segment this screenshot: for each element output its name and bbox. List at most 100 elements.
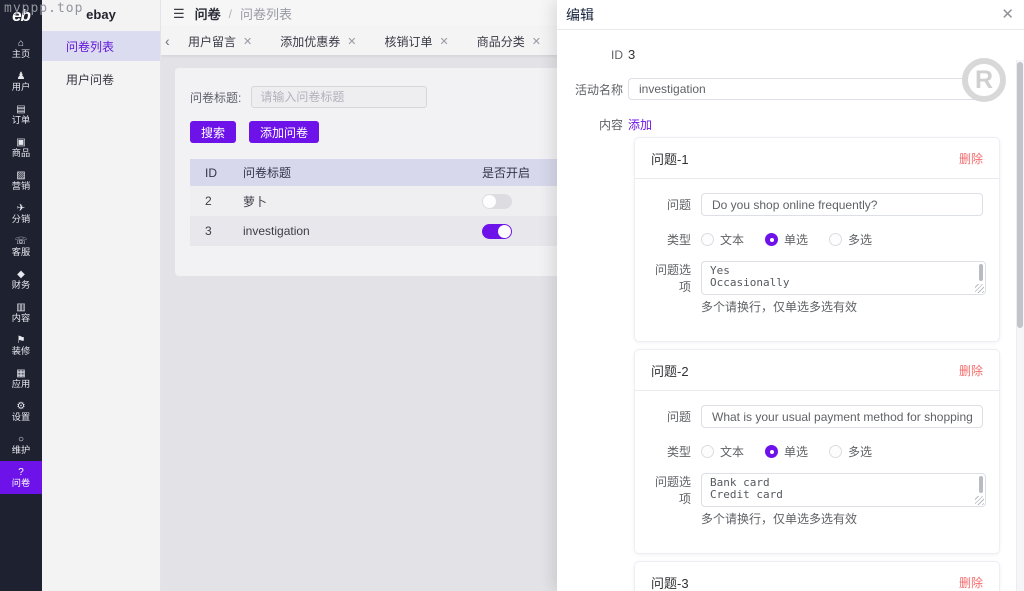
close-icon[interactable]: ✕ [1001,7,1014,22]
delete-question-link[interactable]: 删除 [959,574,983,591]
distribution-icon: ✈ [17,203,25,214]
submenu-item-用户问卷[interactable]: 用户问卷 [42,64,160,94]
sidebar-item-维护[interactable]: ○维护 [0,428,42,461]
submenu-item-问卷列表[interactable]: 问卷列表 [42,31,160,61]
sidebar-item-商品[interactable]: ▣商品 [0,131,42,164]
id-value: 3 [628,47,635,62]
question-card-list: 问题-1删除问题类型文本单选多选问题选项Yes Occasionally多个请换… [557,137,1024,591]
title-search-input[interactable] [251,86,427,108]
radio-dot-icon [829,445,842,458]
breadcrumb-main[interactable]: 问卷 [195,4,221,23]
sidebar-item-订单[interactable]: ▤订单 [0,98,42,131]
question-card-title: 问题-1 [651,149,689,168]
drawer-scrollbar[interactable] [1016,60,1024,591]
textarea-scrollbar-thumb[interactable] [979,264,983,281]
enabled-toggle[interactable] [482,224,512,239]
question-input[interactable] [701,193,983,216]
drawer-scrollbar-thumb[interactable] [1017,62,1023,328]
options-textarea[interactable]: Yes Occasionally [701,261,986,295]
question-card-title: 问题-2 [651,361,689,380]
tabs-scroll-left-icon[interactable]: ‹ [165,33,177,49]
options-textarea[interactable]: Bank card Credit card [701,473,986,507]
id-row: ID 3 [557,47,1024,62]
sidebar-item-应用[interactable]: ▦应用 [0,362,42,395]
type-radio-文本[interactable]: 文本 [701,231,744,248]
textarea-scrollbar-thumb[interactable] [979,476,983,493]
enabled-toggle[interactable] [482,194,512,209]
radio-label: 文本 [720,443,744,460]
delete-question-link[interactable]: 删除 [959,150,983,167]
filter-label: 问卷标题: [190,89,241,106]
add-question-link[interactable]: 添加 [628,116,652,133]
options-text: Yes Occasionally [702,262,985,288]
drawer-header: 编辑 ✕ [557,0,1024,30]
user-icon: ♟ [17,71,26,82]
sidebar-item-营销[interactable]: ▨营销 [0,164,42,197]
textarea-resize-handle-icon[interactable] [975,284,984,293]
toggle-knob [483,195,496,208]
content-icon: ▥ [16,302,25,313]
tab-label: 核销订单 [384,33,432,50]
sidebar-item-分销[interactable]: ✈分销 [0,197,42,230]
tab-添加优惠券[interactable]: 添加优惠券✕ [280,33,356,50]
options-text: Bank card Credit card [702,474,985,500]
question-input[interactable] [701,405,983,428]
question-type-row: 类型文本单选多选 [635,442,999,460]
registered-trademark-watermark: R [962,58,1006,102]
sidebar-item-客服[interactable]: ☏客服 [0,230,42,263]
sidebar-item-label: 问卷 [12,478,30,488]
col-id: ID [190,159,243,186]
textarea-resize-handle-icon[interactable] [975,496,984,505]
type-radio-多选[interactable]: 多选 [829,443,872,460]
tab-用户留言[interactable]: 用户留言✕ [188,33,252,50]
drawer-body: R ID 3 活动名称 内容 添加 问题-1删除问题类型文本单选多选问题选项Ye… [557,30,1024,591]
tab-close-icon[interactable]: ✕ [439,35,448,48]
radio-dot-icon [765,233,778,246]
options-hint: 多个请换行，仅单选多选有效 [701,298,999,315]
hamburger-icon[interactable]: ☰ [173,6,185,22]
sidebar-item-财务[interactable]: ◆财务 [0,263,42,296]
question-card: 问题-1删除问题类型文本单选多选问题选项Yes Occasionally多个请换… [634,137,1000,342]
cell-id: 2 [190,186,243,216]
sidebar-item-问卷[interactable]: ?问卷 [0,461,42,494]
sidebar-item-label: 订单 [12,115,30,125]
type-radio-多选[interactable]: 多选 [829,231,872,248]
type-label: 类型 [645,231,691,248]
tab-核销订单[interactable]: 核销订单 ✕ [384,33,448,50]
sidebar-item-主页[interactable]: ⌂主页 [0,32,42,65]
sidebar-item-设置[interactable]: ⚙设置 [0,395,42,428]
col-title: 问卷标题 [243,159,482,186]
sidebar-item-内容[interactable]: ▥内容 [0,296,42,329]
question-card-body: 问题类型文本单选多选问题选项Bank card Credit card多个请换行… [635,405,999,553]
tab-商品分类[interactable]: 商品分类✕ [477,33,541,50]
radio-dot-icon [765,445,778,458]
question-text-row: 问题 [635,405,999,428]
submenu-list: 问卷列表用户问卷 [42,31,160,94]
add-questionnaire-button[interactable]: 添加问卷 [249,121,319,143]
type-radio-单选[interactable]: 单选 [765,443,808,460]
tab-close-icon[interactable]: ✕ [532,35,541,48]
tab-close-icon[interactable]: ✕ [243,35,252,48]
radio-label: 多选 [848,231,872,248]
radio-dot-icon [701,233,714,246]
activity-name-input[interactable] [628,78,989,100]
breadcrumb-separator: / [229,7,232,21]
type-radio-group: 文本 单选 多选 [701,443,872,460]
type-radio-单选[interactable]: 单选 [765,231,808,248]
sidebar-item-用户[interactable]: ♟用户 [0,65,42,98]
question-options-row: 问题选项Bank card Credit card [635,473,999,507]
tab-close-icon[interactable]: ✕ [347,35,356,48]
sidebar-item-label: 装修 [12,346,30,356]
finance-icon: ◆ [17,269,25,280]
apps-icon: ▦ [16,368,25,379]
service-icon: ☏ [15,236,28,247]
type-radio-文本[interactable]: 文本 [701,443,744,460]
home-icon: ⌂ [18,38,24,49]
delete-question-link[interactable]: 删除 [959,362,983,379]
sidebar-item-装修[interactable]: ⚑装修 [0,329,42,362]
radio-dot-icon [701,445,714,458]
sidebar-item-label: 客服 [12,247,30,257]
content-label: 内容 [557,116,628,133]
search-button[interactable]: 搜索 [190,121,236,143]
question-label: 问题 [645,196,691,213]
